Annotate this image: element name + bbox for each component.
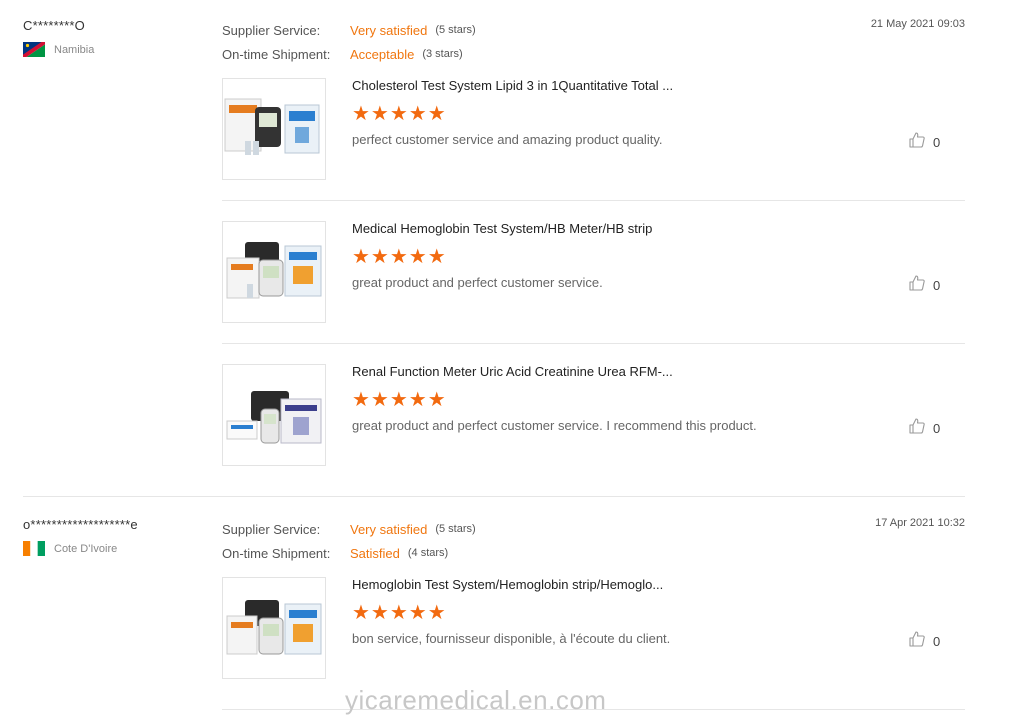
supplier-ratings: Supplier Service: Very satisfied (5 star…	[222, 18, 476, 66]
ontime-shipment-stars: (4 stars)	[407, 547, 449, 559]
review-comment: great product and perfect customer servi…	[352, 275, 603, 290]
country-name: Cote D'Ivoire	[54, 542, 118, 555]
supplier-service-stars: (5 stars)	[435, 24, 476, 36]
ontime-shipment-rating: On-time Shipment: Satisfied (4 stars)	[222, 541, 476, 565]
like-count: 0	[933, 278, 941, 293]
cote-divoire-flag-icon	[23, 541, 45, 556]
like-count: 0	[933, 421, 941, 436]
supplier-service-rating: Supplier Service: Very satisfied (5 star…	[222, 18, 476, 42]
review-date: 17 Apr 2021 10:32	[875, 517, 965, 529]
product-thumbnail[interactable]	[222, 221, 326, 323]
product-title[interactable]: Renal Function Meter Uric Acid Creatinin…	[352, 364, 673, 379]
like-count: 0	[933, 634, 941, 649]
namibia-flag-icon	[23, 42, 45, 57]
ontime-shipment-value: Satisfied	[350, 545, 400, 561]
supplier-service-value: Very satisfied	[350, 22, 428, 38]
reviewer-country: Cote D'Ivoire	[23, 541, 117, 556]
reviewer-country: Namibia	[23, 42, 94, 57]
supplier-service-stars: (5 stars)	[435, 523, 476, 535]
product-review: Renal Function Meter Uric Acid Creatinin…	[222, 364, 965, 466]
reviewer-info: o*******************e Cote D'Ivoire	[23, 517, 138, 556]
supplier-service-rating: Supplier Service: Very satisfied (5 star…	[222, 517, 476, 541]
product-rating-stars: ★★★★★	[352, 103, 447, 125]
product-rating-stars: ★★★★★	[352, 602, 447, 624]
review-comment: perfect customer service and amazing pro…	[352, 132, 663, 147]
like-button[interactable]: 0	[908, 630, 940, 653]
like-button[interactable]: 0	[908, 274, 940, 297]
thumbs-up-icon	[908, 417, 926, 440]
like-button[interactable]: 0	[908, 131, 940, 154]
like-button[interactable]: 0	[908, 417, 940, 440]
supplier-service-value: Very satisfied	[350, 521, 428, 537]
review-date: 21 May 2021 09:03	[870, 18, 965, 30]
ontime-shipment-value: Acceptable	[350, 46, 415, 62]
supplier-ratings: Supplier Service: Very satisfied (5 star…	[222, 517, 476, 565]
reviewer-info: C********O Namibia	[23, 18, 94, 57]
product-thumbnail[interactable]	[222, 78, 326, 180]
ontime-shipment-rating: On-time Shipment: Acceptable (3 stars)	[222, 42, 476, 66]
ontime-shipment-stars: (3 stars)	[422, 48, 463, 60]
product-review: Medical Hemoglobin Test System/HB Meter/…	[222, 221, 965, 323]
divider	[222, 343, 965, 344]
review-divider	[23, 496, 965, 497]
product-thumbnail[interactable]	[222, 577, 326, 679]
watermark: yicaremedical.en.com	[345, 685, 607, 715]
product-review: Hemoglobin Test System/Hemoglobin strip/…	[222, 577, 965, 679]
ontime-shipment-label: On-time Shipment:	[222, 545, 331, 561]
product-rating-stars: ★★★★★	[352, 389, 447, 411]
product-rating-stars: ★★★★★	[352, 246, 447, 268]
product-title[interactable]: Hemoglobin Test System/Hemoglobin strip/…	[352, 577, 663, 592]
product-thumbnail[interactable]	[222, 364, 326, 466]
reviewer-name: C********O	[23, 18, 85, 33]
country-name: Namibia	[54, 43, 95, 56]
supplier-service-label: Supplier Service:	[222, 521, 321, 537]
thumbs-up-icon	[908, 131, 926, 154]
product-title[interactable]: Medical Hemoglobin Test System/HB Meter/…	[352, 221, 652, 236]
like-count: 0	[933, 135, 941, 150]
reviewer-name: o*******************e	[23, 517, 138, 532]
ontime-shipment-label: On-time Shipment:	[222, 46, 331, 62]
review-comment: bon service, fournisseur disponible, à l…	[352, 631, 671, 646]
divider	[222, 200, 965, 201]
product-title[interactable]: Cholesterol Test System Lipid 3 in 1Quan…	[352, 78, 673, 93]
supplier-service-label: Supplier Service:	[222, 22, 321, 38]
product-review: Cholesterol Test System Lipid 3 in 1Quan…	[222, 78, 965, 180]
review-comment: great product and perfect customer servi…	[352, 418, 757, 433]
thumbs-up-icon	[908, 630, 926, 653]
thumbs-up-icon	[908, 274, 926, 297]
